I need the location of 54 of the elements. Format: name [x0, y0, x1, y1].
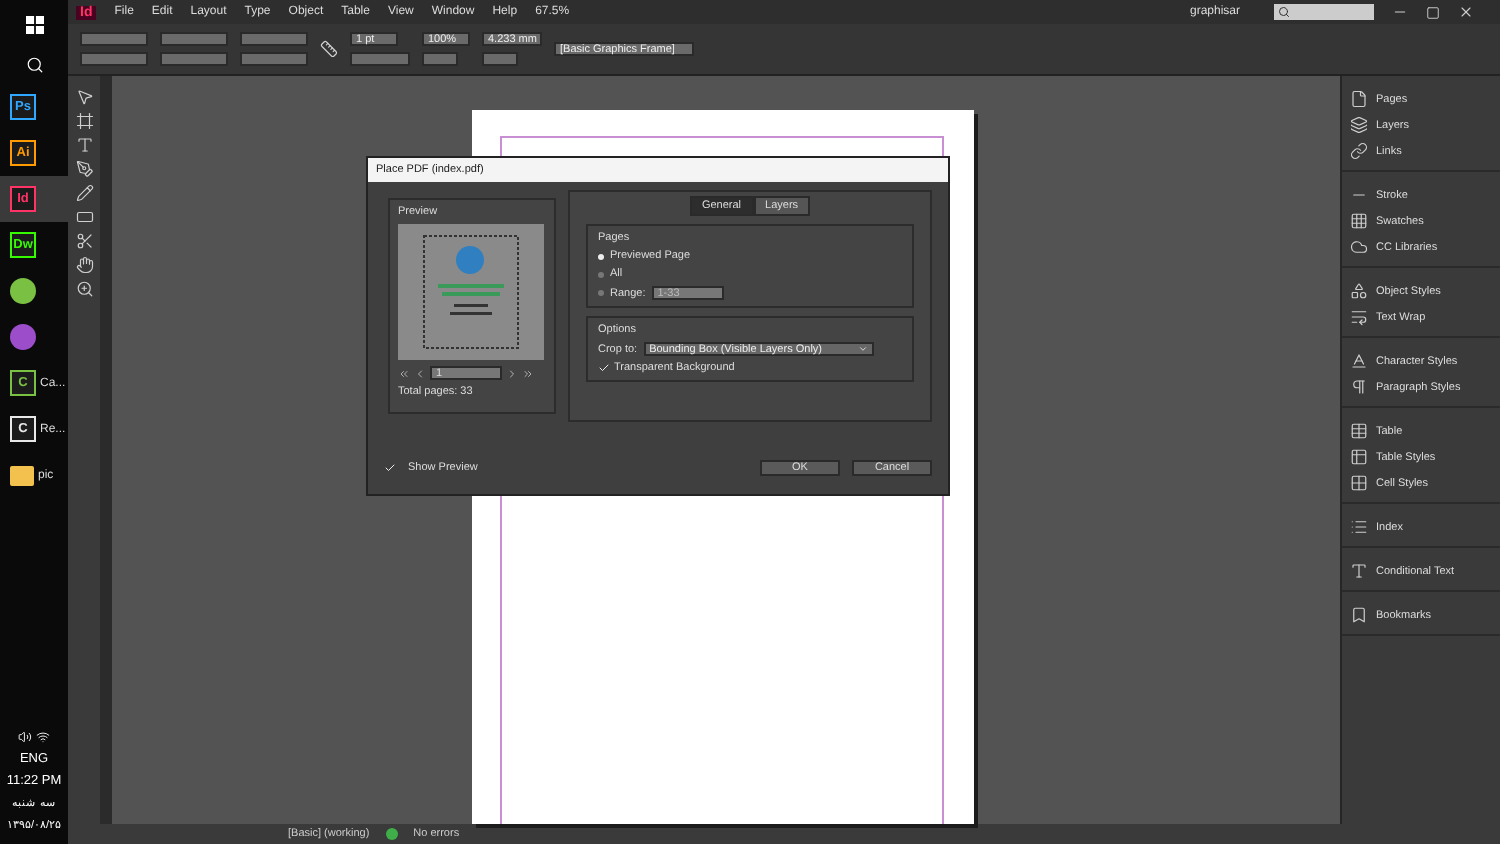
- search-field[interactable]: [1274, 4, 1374, 20]
- radio-button[interactable]: [598, 290, 604, 296]
- input-field[interactable]: [80, 52, 148, 66]
- caret-icon: [857, 344, 868, 354]
- frame-icon[interactable]: [75, 112, 93, 130]
- pilcrow-icon[interactable]: [1350, 378, 1368, 396]
- link-icon[interactable]: [1350, 142, 1368, 160]
- list-icon[interactable]: [1350, 518, 1368, 536]
- grid-icon[interactable]: [1350, 474, 1368, 492]
- text-wrap-icon[interactable]: [1350, 308, 1368, 326]
- input-field[interactable]: [240, 52, 308, 66]
- page-icon[interactable]: [1350, 90, 1368, 108]
- shapes-icon[interactable]: [1350, 282, 1368, 300]
- table-icon[interactable]: [1350, 422, 1368, 440]
- bookmark-icon[interactable]: [1350, 606, 1368, 624]
- input-field[interactable]: [482, 52, 518, 66]
- search-icon: [1278, 6, 1290, 18]
- input-field[interactable]: [240, 32, 308, 46]
- input-field[interactable]: [160, 52, 228, 66]
- close-icon[interactable]: [1458, 4, 1474, 20]
- rectangle-icon[interactable]: [75, 208, 93, 226]
- checkbox[interactable]: [598, 362, 610, 374]
- letter-icon[interactable]: [1350, 352, 1368, 370]
- network-icon[interactable]: [36, 730, 50, 744]
- ruler-icon[interactable]: [320, 40, 338, 58]
- letter-icon[interactable]: [1350, 562, 1368, 580]
- input-field[interactable]: [422, 52, 458, 66]
- pen-icon[interactable]: [75, 160, 93, 178]
- grid-icon[interactable]: [1350, 212, 1368, 230]
- maximize-icon[interactable]: [1426, 5, 1440, 19]
- last-page-icon[interactable]: [522, 367, 534, 379]
- first-page-icon[interactable]: [398, 367, 410, 379]
- radio-button[interactable]: [598, 271, 604, 277]
- type-icon[interactable]: [75, 136, 93, 154]
- scissors-icon[interactable]: [75, 232, 93, 250]
- pointer-icon[interactable]: [75, 88, 93, 106]
- folder-icon[interactable]: [10, 465, 34, 485]
- search-icon[interactable]: [25, 55, 43, 73]
- input-field[interactable]: [160, 32, 228, 46]
- stroke-style-field[interactable]: [350, 52, 410, 66]
- input-field[interactable]: [80, 32, 148, 46]
- layers-icon[interactable]: [1350, 116, 1368, 134]
- table-icon[interactable]: [1350, 448, 1368, 466]
- app-icon[interactable]: [10, 278, 36, 304]
- zoom-icon[interactable]: [75, 280, 93, 298]
- cloud-icon[interactable]: [1350, 238, 1368, 256]
- pencil-icon[interactable]: [75, 184, 93, 202]
- app-icon[interactable]: [10, 324, 36, 350]
- status-dot-icon: [385, 828, 398, 840]
- speaker-icon[interactable]: [18, 730, 32, 744]
- radio-button[interactable]: [598, 253, 604, 259]
- checkbox[interactable]: [384, 462, 396, 474]
- hand-icon[interactable]: [75, 256, 93, 274]
- windows-logo-icon[interactable]: [25, 15, 43, 33]
